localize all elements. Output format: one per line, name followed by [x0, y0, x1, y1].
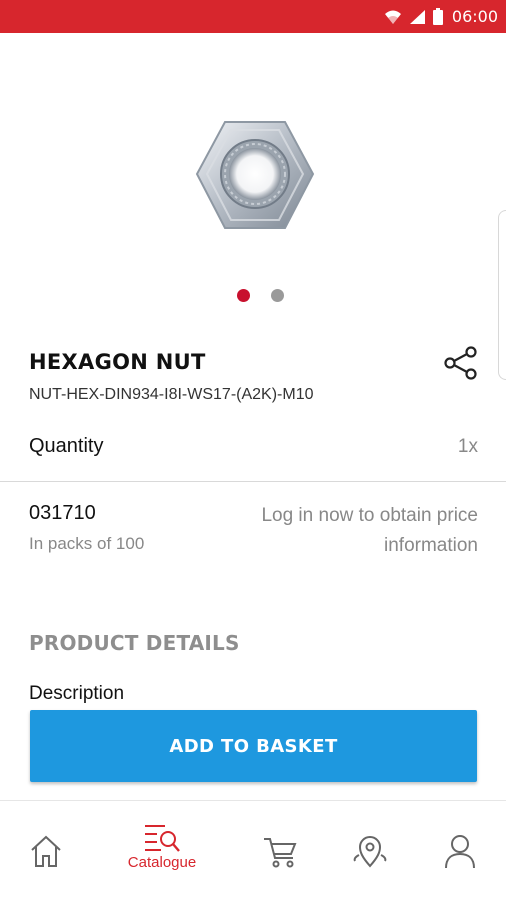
product-image-gallery[interactable] [0, 33, 506, 323]
user-icon [445, 835, 475, 869]
quantity-label: Quantity [29, 435, 104, 457]
product-code: NUT-HEX-DIN934-I8I-WS17-(A2K)-M10 [29, 386, 314, 403]
status-bar: 06:00 [0, 0, 506, 33]
nav-item-basket[interactable] [238, 801, 322, 900]
nav-item-catalogue[interactable]: Catalogue [120, 801, 204, 900]
quantity-selector[interactable]: 1x [458, 436, 478, 458]
bottom-navigation: Catalogue [0, 800, 506, 900]
home-icon [31, 835, 61, 867]
share-icon[interactable] [443, 346, 479, 380]
clock: 06:00 [451, 7, 498, 26]
carousel-dot-active[interactable] [237, 289, 250, 302]
nav-item-locations[interactable] [328, 801, 412, 900]
hexagon-nut-image [195, 121, 315, 229]
carousel-dot[interactable] [271, 289, 284, 302]
signal-icon [409, 9, 425, 24]
wifi-icon [384, 10, 401, 24]
add-to-basket-button[interactable]: ADD TO BASKET [30, 710, 477, 782]
nav-item-home[interactable] [4, 801, 88, 900]
pack-size-info: In packs of 100 [29, 534, 145, 553]
nav-label-catalogue: Catalogue [127, 854, 197, 871]
side-drawer-handle[interactable] [498, 210, 506, 380]
product-title: HEXAGON NUT [29, 350, 206, 374]
nav-item-account[interactable] [418, 801, 502, 900]
location-pin-icon [353, 836, 387, 868]
divider [0, 481, 506, 482]
login-price-link[interactable]: Log in now to obtain price information [238, 501, 478, 561]
description-label: Description [29, 683, 125, 704]
article-number: 031710 [29, 502, 96, 524]
cart-icon [264, 838, 297, 868]
battery-icon [432, 8, 443, 25]
product-details-heading: PRODUCT DETAILS [29, 631, 240, 655]
catalogue-search-icon [145, 825, 180, 852]
